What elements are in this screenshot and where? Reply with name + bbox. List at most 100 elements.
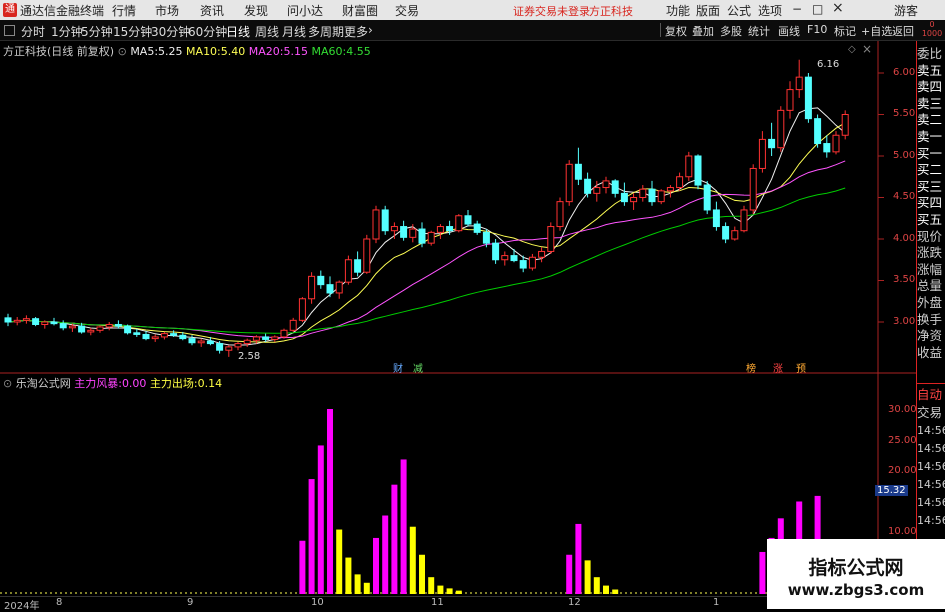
side-label: 卖五 <box>917 62 943 78</box>
date-tick: 12 <box>568 597 581 608</box>
candle-body <box>32 318 40 325</box>
candle-body <box>574 163 582 180</box>
indicator-header: ⊙ 乐淘公式网 主力风暴:0.00 主力出场:0.14 <box>3 375 222 391</box>
indicator-bar <box>612 589 619 594</box>
indicator-bar <box>373 537 379 594</box>
indicator-bar <box>759 551 766 594</box>
candle-body <box>160 333 168 338</box>
candle-body <box>501 255 509 261</box>
indicator-name[interactable]: 乐淘公式网 <box>16 377 71 390</box>
candle-body <box>188 338 196 344</box>
fengbao-value: 0.00 <box>121 377 147 390</box>
ma10-line <box>7 122 846 343</box>
candle-body <box>22 318 30 321</box>
indicator-settings-icon[interactable]: ⊙ <box>3 377 12 390</box>
candle-body <box>777 109 785 149</box>
price-tick: 5.50 <box>893 108 916 119</box>
candle-body <box>142 333 150 340</box>
candle-body <box>556 201 564 228</box>
candle-body <box>308 275 316 300</box>
candle-body <box>740 209 748 232</box>
candle-body <box>243 339 251 345</box>
date-tick: 8 <box>56 597 63 608</box>
indicator-bar <box>584 560 591 594</box>
tick-time: 14:56 <box>917 496 945 509</box>
candle-body <box>262 336 270 340</box>
candle-body <box>271 336 279 340</box>
indicator-marker: 15.32 <box>875 485 908 496</box>
candle-body <box>602 180 610 189</box>
candle-body <box>528 256 536 269</box>
candle-body <box>354 259 362 273</box>
candle-body <box>50 321 58 325</box>
candle-body <box>611 180 619 194</box>
candle-body <box>363 238 371 273</box>
side-trade-label[interactable]: 交易 <box>917 404 945 422</box>
tick-time: 14:56 <box>917 478 945 491</box>
candle-body <box>630 197 638 203</box>
candle-body <box>170 333 178 336</box>
candle-body <box>436 226 444 233</box>
candle-body <box>409 228 417 238</box>
candle-body <box>547 226 555 252</box>
candle-body <box>446 226 454 232</box>
candle-body <box>96 326 104 331</box>
indicator-bar <box>327 409 333 594</box>
candle-body <box>464 215 472 225</box>
candle-body <box>584 178 592 194</box>
indicator-bar <box>575 523 582 594</box>
candle-body <box>814 118 822 145</box>
candle-body <box>216 343 224 351</box>
event-tag-cai[interactable]: 财 <box>393 360 403 375</box>
candle-body <box>41 321 49 325</box>
side-label: 卖二 <box>917 112 943 128</box>
candle-body <box>841 114 849 136</box>
candle-body <box>206 340 214 345</box>
candle-body <box>657 190 665 203</box>
candle-body <box>823 143 831 153</box>
indicator-bar <box>419 554 425 594</box>
indicator-bar <box>317 445 324 594</box>
candle-body <box>78 325 86 333</box>
ind-tick: 20.00 <box>888 465 917 476</box>
side-label: 买四 <box>917 195 943 211</box>
event-tag-zhang[interactable]: 涨 <box>773 360 783 375</box>
candle-body <box>133 332 141 335</box>
event-tag-bang[interactable]: 榜 <box>746 360 756 375</box>
candle-body <box>87 329 95 333</box>
candle-body <box>795 76 803 91</box>
side-label: 外盘 <box>917 294 943 310</box>
candle-body <box>666 187 674 192</box>
side-label: 买二 <box>917 162 943 178</box>
side-label: 买一 <box>917 145 943 161</box>
candle-body <box>694 155 702 186</box>
event-tag-jian[interactable]: 减 <box>413 360 423 375</box>
side-label: 卖一 <box>917 128 943 144</box>
side-auto-label[interactable]: 自动 <box>917 386 945 404</box>
date-tick: 11 <box>431 597 444 608</box>
side-label: 涨跌 <box>917 245 943 261</box>
candle-body <box>482 231 490 244</box>
candle-body <box>197 340 205 344</box>
candle-body <box>59 323 67 329</box>
candle-body <box>519 260 527 269</box>
side-trade-panel: 自动 交易 14:56 14:56 14:56 14:56 14:56 14:5… <box>917 386 945 530</box>
candle-body <box>418 228 426 244</box>
side-label: 收益 <box>917 344 943 360</box>
indicator-bar <box>566 554 573 594</box>
price-tick: 3.00 <box>893 316 916 327</box>
date-tick: 1 <box>713 597 720 608</box>
side-label: 换手 <box>917 311 943 327</box>
side-label: 买五 <box>917 211 943 227</box>
ind-tick: 30.00 <box>888 404 917 415</box>
price-tick: 5.00 <box>893 150 916 161</box>
watermark-title: 指标公式网 <box>808 557 904 579</box>
site-watermark: 指标公式网 www.zbgs3.com <box>767 539 945 609</box>
candle-body <box>804 76 812 120</box>
chuchang-label: 主力出场: <box>149 377 198 390</box>
event-tag-yu[interactable]: 预 <box>796 360 806 375</box>
candle-body <box>620 192 628 203</box>
price-tick: 3.50 <box>893 274 916 285</box>
chuchang-value: 0.14 <box>197 377 223 390</box>
candle-body <box>832 134 840 153</box>
